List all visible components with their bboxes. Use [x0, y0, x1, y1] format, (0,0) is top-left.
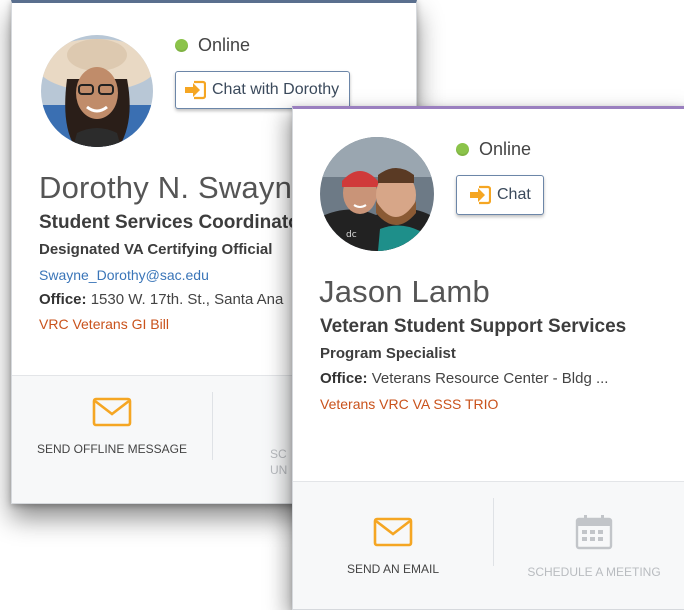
send-offline-message-button[interactable]: SEND OFFLINE MESSAGE [12, 376, 212, 476]
status-text: Online [479, 139, 532, 159]
advisor-subtitle: Designated VA Certifying Official [39, 241, 273, 258]
advisor-office: Office: 1530 W. 17th. St., Santa Ana [39, 291, 283, 308]
chat-enter-icon [469, 185, 491, 205]
advisor-office: Office: Veterans Resource Center - Bldg … [320, 370, 608, 387]
online-dot-icon [175, 39, 188, 52]
advisor-title: Student Services Coordinator [39, 212, 308, 233]
svg-text:dc: dc [346, 230, 357, 240]
envelope-icon [373, 517, 413, 552]
card-actions: SEND AN EMAIL SCHEDULE A MEETING [293, 481, 684, 609]
advisor-name: Jason Lamb [319, 274, 490, 309]
action-label: SCHEDULE A MEETING [527, 564, 661, 579]
status-indicator: Online [175, 35, 250, 56]
chat-button-label: Chat [497, 186, 531, 203]
chat-enter-icon [184, 80, 206, 100]
advisor-subtitle: Program Specialist [320, 345, 456, 362]
send-email-button[interactable]: SEND AN EMAIL [293, 482, 493, 609]
advisor-tags: VRC Veterans GI Bill [39, 316, 169, 332]
advisor-name: Dorothy N. Swayne [39, 170, 310, 205]
office-value: 1530 W. 17th. St., Santa Ana [90, 291, 284, 308]
action-label: SEND OFFLINE MESSAGE [36, 441, 188, 456]
office-value: Veterans Resource Center - Bldg ... [371, 370, 609, 387]
chat-button-label: Chat with Dorothy [212, 81, 340, 98]
online-dot-icon [456, 143, 469, 156]
office-label: Office: [39, 291, 87, 308]
status-indicator: Online [456, 139, 531, 160]
action-divider [212, 392, 213, 460]
advisor-card-jason: dc Online Chat Jason Lamb Veteran Studen… [292, 106, 684, 610]
avatar-dorothy [41, 35, 153, 147]
advisor-tags: Veterans VRC VA SSS TRIO [320, 396, 499, 412]
schedule-action-partial[interactable]: SC UN [270, 446, 287, 478]
advisor-email-link[interactable]: Swayne_Dorothy@sac.edu [39, 267, 209, 283]
status-text: Online [198, 35, 251, 55]
schedule-partial-line-1: SC [270, 447, 287, 461]
advisor-title: Veteran Student Support Services [320, 316, 627, 337]
chat-button[interactable]: Chat [456, 175, 544, 215]
schedule-meeting-button[interactable]: SCHEDULE A MEETING [494, 482, 684, 609]
envelope-icon [92, 397, 132, 432]
avatar-jason: dc [320, 137, 434, 251]
chat-with-dorothy-button[interactable]: Chat with Dorothy [175, 71, 351, 109]
schedule-partial-line-2: UN [270, 463, 288, 477]
calendar-icon [575, 514, 613, 555]
action-label: SEND AN EMAIL [346, 561, 440, 576]
office-label: Office: [320, 370, 368, 387]
